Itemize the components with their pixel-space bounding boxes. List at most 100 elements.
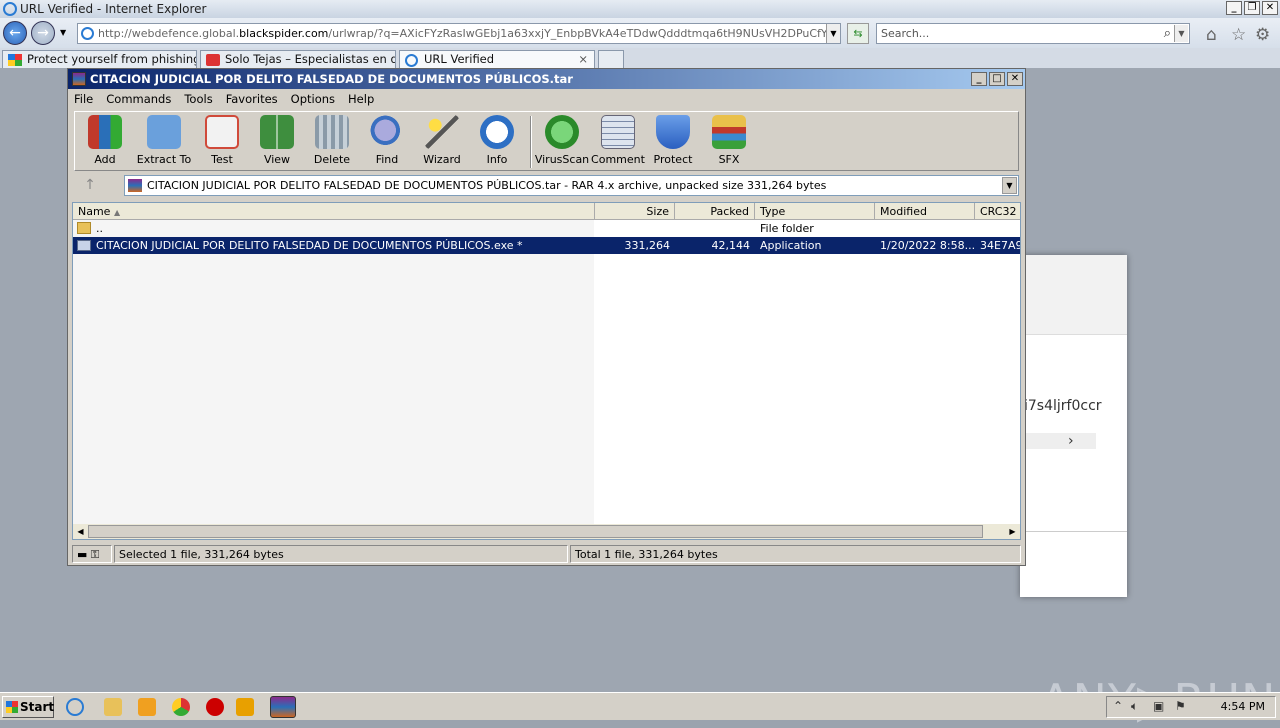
windows-logo-icon [6,701,18,713]
winrar-statusbar: ▬ ⚿ Selected 1 file, 331,264 bytes Total… [72,545,1021,563]
menu-commands[interactable]: Commands [106,89,171,109]
microsoft-logo-icon [8,54,22,66]
archive-path-field[interactable]: CITACION JUDICIAL POR DELITO FALSEDAD DE… [124,175,1019,196]
rar-minimize-button[interactable]: _ [971,72,987,86]
new-tab-button[interactable] [598,50,624,68]
favorites-star-icon[interactable]: ☆ [1231,25,1246,45]
address-rest: /urlwrap/?q=AXicFYzRasIwGEbj1a63xxjY_Enb… [328,27,841,40]
bug-icon [545,115,579,149]
outlook-taskbar-icon[interactable] [236,698,254,716]
menu-options[interactable]: Options [291,89,335,109]
search-placeholder: Search... [881,27,930,40]
forward-icon[interactable]: → [31,21,55,45]
status-selected: Selected 1 file, 331,264 bytes [114,545,568,563]
protect-button[interactable]: Protect [644,115,702,166]
explorer-taskbar-icon[interactable] [104,698,122,716]
ie-titlebar: URL Verified - Internet Explorer _ ❐ ✕ [0,0,1280,18]
back-icon[interactable]: ← [3,21,27,45]
scroll-right-icon[interactable]: ▶ [1005,524,1020,539]
view-button[interactable]: View [248,115,306,166]
refresh-icon[interactable]: ⇆ [847,23,869,44]
application-icon [77,240,91,251]
restore-button[interactable]: ❐ [1244,1,1260,15]
column-name[interactable]: Name ▲ [73,203,595,220]
site-favicon-icon [206,54,220,66]
scroll-left-icon[interactable]: ◀ [73,524,88,539]
action-center-flag-icon[interactable]: ⚑ [1175,699,1186,713]
tab-phishing[interactable]: Protect yourself from phishing [2,50,197,68]
opera-taskbar-icon[interactable] [206,698,224,716]
wizard-button[interactable]: Wizard [413,115,471,166]
address-dropdown-icon[interactable]: ▼ [826,24,840,43]
search-icon[interactable]: ⌕ [1164,24,1171,43]
toolbar-separator [530,116,532,168]
add-button[interactable]: Add [76,115,134,166]
winrar-menubar: File Commands Tools Favorites Options He… [68,89,1025,109]
volume-icon[interactable]: 🔈︎ [1131,699,1138,714]
sfx-button[interactable]: SFX [700,115,758,166]
path-dropdown-icon[interactable]: ▼ [1002,177,1017,194]
winrar-taskbar-icon[interactable] [270,696,296,718]
search-dropdown-icon[interactable]: ▼ [1174,25,1188,42]
tab-label: URL Verified [424,52,495,66]
virusscan-button[interactable]: VirusScan [533,115,591,166]
menu-favorites[interactable]: Favorites [226,89,278,109]
menu-tools[interactable]: Tools [184,89,212,109]
address-bar[interactable]: http://webdefence.global.blackspider.com… [77,23,841,44]
up-arrow-icon[interactable]: ↑ [78,175,102,195]
chrome-taskbar-icon[interactable] [172,698,190,716]
list-item-selected[interactable]: CITACION JUDICIAL POR DELITO FALSEDAD DE… [73,237,1020,254]
system-tray: ⌃ 🔈︎ ▣ ⚑ 4:54 PM [1106,696,1276,718]
folder-icon [77,222,91,234]
background-card: i7s4ljrf0ccr › [1020,255,1127,597]
gear-icon[interactable]: ⚙ [1255,25,1270,45]
ie-taskbar-icon[interactable] [66,698,84,716]
home-icon[interactable]: ⌂ [1206,25,1217,45]
tab-close-icon[interactable]: × [578,51,588,68]
trash-icon [315,115,349,149]
menu-file[interactable]: File [74,89,93,109]
scrollbar-thumb[interactable] [88,525,983,538]
folder-extract-icon [147,115,181,149]
tray-expand-icon[interactable]: ⌃ [1113,699,1123,713]
chevron-right-icon[interactable]: › [1068,433,1074,449]
rar-maximize-button[interactable]: □ [989,72,1005,86]
rar-close-button[interactable]: ✕ [1007,72,1023,86]
tab-solo-tejas[interactable]: Solo Tejas – Especialistas en dis... [200,50,396,68]
card-url-fragment: i7s4ljrf0ccr [1024,398,1102,414]
start-button[interactable]: Start [2,696,54,718]
comment-button[interactable]: Comment [589,115,647,166]
list-item[interactable]: .. File folder [73,220,1020,237]
address-prefix: http://webdefence.global. [98,27,240,40]
column-crc32[interactable]: CRC32 [975,203,1020,220]
horizontal-scrollbar[interactable]: ◀ ▶ [73,524,1020,539]
history-dropdown-icon[interactable]: ▼ [60,28,66,37]
add-icon [88,115,122,149]
search-input[interactable]: Search... ⌕ ▼ [876,23,1190,44]
test-button[interactable]: Test [193,115,251,166]
menu-help[interactable]: Help [348,89,374,109]
column-type[interactable]: Type [755,203,875,220]
sort-ascending-icon: ▲ [113,208,121,217]
winrar-logo-icon [72,72,86,86]
column-size[interactable]: Size [595,203,675,220]
book-icon [260,115,294,149]
close-button[interactable]: ✕ [1262,1,1278,15]
column-packed[interactable]: Packed [675,203,755,220]
start-label: Start [20,700,55,714]
column-modified[interactable]: Modified [875,203,975,220]
card-details-bar[interactable] [1024,433,1096,449]
list-header: Name ▲ Size Packed Type Modified CRC32 [73,203,1020,220]
card-header [1020,255,1127,335]
page-icon [81,27,94,40]
find-button[interactable]: Find [358,115,416,166]
info-button[interactable]: Info [468,115,526,166]
network-icon[interactable]: ▣ [1153,699,1164,713]
rar-archive-icon [128,179,142,192]
clock[interactable]: 4:54 PM [1221,699,1265,715]
delete-button[interactable]: Delete [303,115,361,166]
extract-to-button[interactable]: Extract To [135,115,193,166]
tab-url-verified[interactable]: URL Verified × [399,50,595,68]
media-player-taskbar-icon[interactable] [138,698,156,716]
minimize-button[interactable]: _ [1226,1,1242,15]
